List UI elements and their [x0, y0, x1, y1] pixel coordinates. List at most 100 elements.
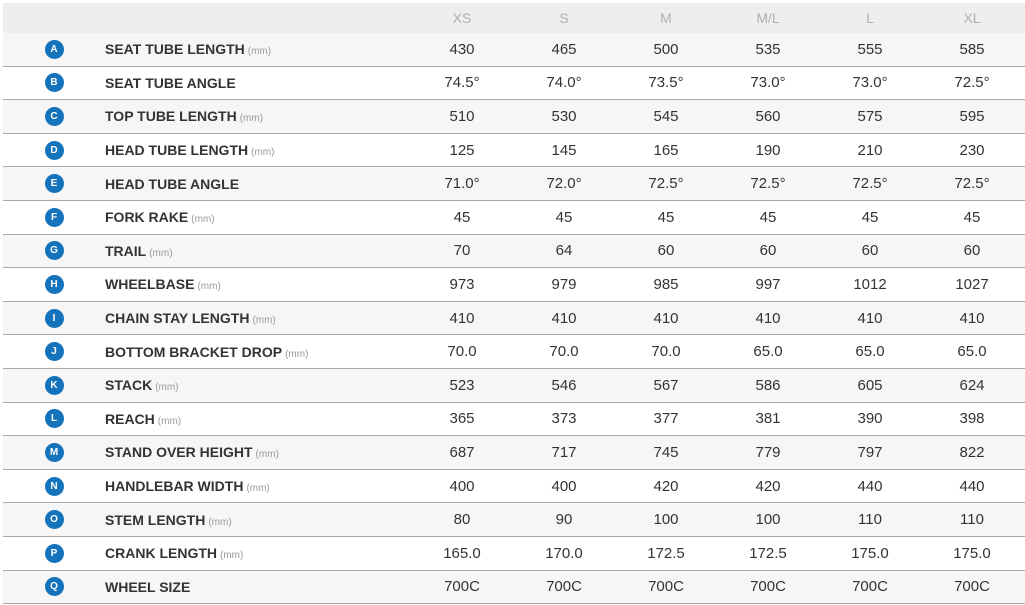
label-text: STACK: [105, 377, 153, 394]
value-cell: 700C: [954, 578, 990, 596]
value-cell: 410: [959, 309, 985, 327]
value-cell: 72.0°: [546, 175, 582, 193]
unit-text: (mm): [197, 281, 221, 293]
value-cell: 100: [653, 511, 679, 529]
size-header-xl: XL: [963, 10, 981, 26]
value-cell: 410: [755, 309, 781, 327]
measurement-label: STEM LENGTH (mm): [105, 512, 411, 528]
value-cell: 230: [959, 141, 985, 159]
value-cell: 74.0°: [546, 74, 582, 92]
measurement-label: BOTTOM BRACKET DROP (mm): [105, 344, 411, 360]
geometry-table: XS S M M/L L XL A SEAT TUBE LENGTH (mm) 430 465 50…: [3, 3, 1025, 605]
value-cell: 65.0: [855, 343, 885, 361]
unit-text: (mm): [220, 550, 244, 562]
label-text: CRANK LENGTH: [105, 545, 217, 562]
value-cell: 373: [551, 410, 577, 428]
value-cell: 72.5°: [648, 175, 684, 193]
value-cell: 165.0: [443, 544, 481, 562]
badge-cell: P: [3, 543, 105, 563]
measurement-label: SEAT TUBE LENGTH (mm): [105, 41, 411, 57]
value-cell: 45: [963, 208, 981, 226]
value-cell: 605: [857, 376, 883, 394]
value-cell: 72.5°: [750, 175, 786, 193]
table-row: K STACK (mm) 523 546 567 586 605 624: [3, 368, 1025, 403]
size-header-l: L: [866, 10, 874, 26]
unit-text: (mm): [255, 449, 279, 461]
value-cell: 45: [861, 208, 879, 226]
measurement-label: TRAIL (mm): [105, 243, 411, 259]
value-cell: 72.5°: [852, 175, 888, 193]
value-cell: 60: [861, 242, 879, 260]
measurement-label: WHEEL SIZE: [105, 579, 411, 595]
unit-text: (mm): [239, 113, 264, 125]
value-cell: 74.5°: [444, 74, 480, 92]
value-cell: 170.0: [545, 544, 583, 562]
table-row: A SEAT TUBE LENGTH (mm) 430 465 500 535 555 585: [3, 33, 1025, 67]
table-row: B SEAT TUBE ANGLE 74.5° 74.0° 73.5° 73.0° 73.0…: [3, 66, 1025, 101]
measurement-label: TOP TUBE LENGTH (mm): [105, 108, 411, 124]
value-cell: 700C: [750, 578, 786, 596]
label-text: SEAT TUBE LENGTH: [105, 41, 245, 58]
value-cell: 64: [555, 242, 573, 260]
label-text: WHEEL SIZE: [105, 578, 191, 595]
value-cell: 410: [857, 309, 883, 327]
value-cell: 595: [959, 107, 985, 125]
table-row: M STAND OVER HEIGHT (mm) 687 717 745 779 797 822: [3, 436, 1025, 470]
badge-cell: L: [3, 409, 105, 429]
value-cell: 410: [449, 309, 475, 327]
value-cell: 430: [449, 40, 475, 58]
size-header-s: S: [559, 10, 569, 26]
value-cell: 172.5: [647, 544, 685, 562]
table-row: O STEM LENGTH (mm) 80 90 100 100 110 110: [3, 503, 1025, 537]
value-cell: 779: [755, 443, 781, 461]
value-cell: 420: [653, 477, 679, 495]
unit-text: (mm): [252, 315, 276, 327]
value-cell: 997: [755, 275, 781, 293]
measurement-label: STAND OVER HEIGHT (mm): [105, 444, 411, 460]
value-cell: 65.0: [957, 343, 987, 361]
table-row: H WHEELBASE (mm) 973 979 985 997 1012 1027: [3, 268, 1025, 302]
badge-cell: K: [3, 375, 105, 395]
value-cell: 400: [551, 477, 577, 495]
unit-text: (mm): [285, 348, 309, 360]
table-row: Q WHEEL SIZE 700C 700C 700C 700C 700C 700C: [3, 570, 1025, 605]
badge-cell: O: [3, 510, 105, 530]
value-cell: 60: [759, 242, 777, 260]
label-text: TOP TUBE LENGTH: [105, 108, 237, 125]
value-cell: 45: [657, 208, 675, 226]
label-text: CHAIN STAY LENGTH: [105, 310, 250, 327]
measurement-label: HEAD TUBE ANGLE: [105, 176, 411, 192]
badge-cell: G: [3, 241, 105, 261]
value-cell: 110: [960, 511, 984, 529]
value-cell: 545: [653, 107, 679, 125]
value-cell: 71.0°: [444, 175, 480, 193]
value-cell: 1012: [853, 275, 887, 293]
label-text: STEM LENGTH: [105, 511, 206, 528]
value-cell: 73.0°: [852, 74, 888, 92]
value-cell: 985: [653, 275, 679, 293]
table-row: E HEAD TUBE ANGLE 71.0° 72.0° 72.5° 72.5° 72.5…: [3, 167, 1025, 201]
table-row: I CHAIN STAY LENGTH (mm) 410 410 410 410 410 410: [3, 301, 1025, 336]
value-cell: 567: [653, 376, 679, 394]
value-cell: 100: [755, 511, 781, 529]
value-cell: 110: [858, 511, 882, 529]
value-cell: 700C: [546, 578, 582, 596]
value-cell: 420: [755, 477, 781, 495]
value-cell: 510: [449, 107, 475, 125]
badge-cell: A: [3, 39, 105, 59]
badge-cell: N: [3, 476, 105, 496]
table-header: XS S M M/L L XL: [3, 3, 1025, 33]
value-cell: 70: [453, 242, 471, 260]
table-row: N HANDLEBAR WIDTH (mm) 400 400 420 420 440 440: [3, 469, 1025, 504]
table-body: A SEAT TUBE LENGTH (mm) 430 465 500 535 555 585 B…: [3, 33, 1025, 605]
unit-text: (mm): [155, 382, 179, 394]
value-cell: 585: [959, 40, 985, 58]
unit-text: (mm): [251, 147, 275, 159]
value-cell: 410: [653, 309, 679, 327]
letter-badge: C: [44, 106, 64, 126]
value-cell: 70.0: [447, 343, 477, 361]
size-header-m: M: [660, 10, 672, 26]
label-text: HEAD TUBE ANGLE: [105, 175, 240, 192]
letter-badge: L: [44, 409, 64, 429]
value-cell: 70.0: [549, 343, 579, 361]
